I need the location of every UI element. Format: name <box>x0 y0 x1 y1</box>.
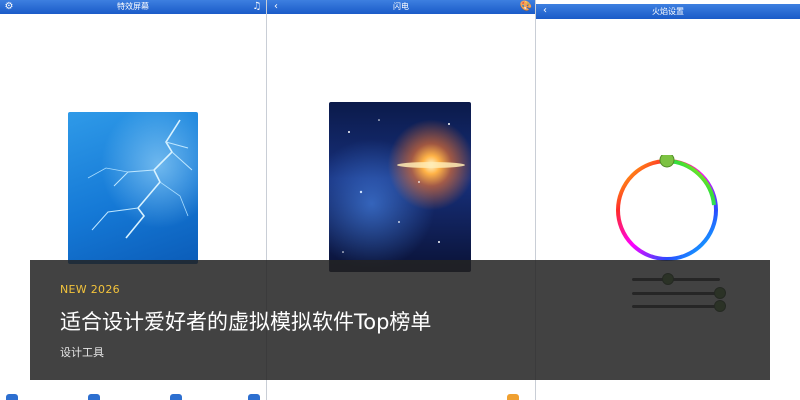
screen-title: 闪电 <box>393 2 409 11</box>
toolbar-icon[interactable] <box>248 394 260 400</box>
titlebar: ⚙ 特效屏幕 ♫ <box>0 0 266 14</box>
screen-title: 特效屏幕 <box>117 2 149 11</box>
toolbar-icon[interactable] <box>170 394 182 400</box>
color-picker-knob[interactable] <box>659 155 675 168</box>
star-field-graphic <box>342 119 465 253</box>
screen-title: 火焰设置 <box>652 7 684 16</box>
back-chevron-icon[interactable]: ‹ <box>538 4 552 18</box>
new-badge: NEW 2026 <box>60 283 120 296</box>
titlebar: ‹ 火焰设置 <box>536 4 800 19</box>
palette-icon[interactable]: 🎨 <box>519 0 533 14</box>
toolbar-icon[interactable] <box>88 394 100 400</box>
galaxy-wallpaper[interactable] <box>329 102 471 272</box>
article-headline[interactable]: 适合设计爱好者的虚拟模拟软件Top榜单 <box>60 306 431 336</box>
titlebar: ‹ 闪电 🎨 <box>267 0 535 14</box>
toolbar-icon[interactable] <box>6 394 18 400</box>
bottom-toolbar <box>0 394 266 400</box>
article-overlay-card[interactable]: NEW 2026 适合设计爱好者的虚拟模拟软件Top榜单 设计工具 <box>30 260 770 380</box>
gear-icon[interactable]: ⚙ <box>2 0 16 14</box>
category-label[interactable]: 设计工具 <box>60 344 104 360</box>
toolbar-icon[interactable] <box>507 394 519 400</box>
music-note-icon[interactable]: ♫ <box>250 0 264 14</box>
color-wheel[interactable] <box>614 155 720 261</box>
back-chevron-icon[interactable]: ‹ <box>269 0 283 14</box>
lightning-bolt-graphic <box>87 119 193 239</box>
lightning-wallpaper[interactable] <box>68 112 198 264</box>
bottom-toolbar <box>267 394 535 400</box>
